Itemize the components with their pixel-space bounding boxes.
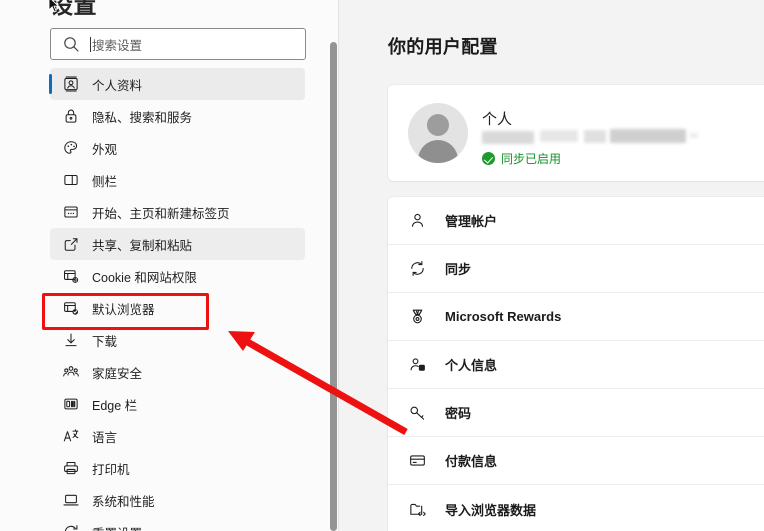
sidebar-panel-icon <box>50 171 92 189</box>
redacted-email-block <box>690 133 698 138</box>
sidebar-nav-list: 个人资料隐私、搜索和服务 外观侧栏开始、主页和新建标签页 共享、复制和粘贴 Cooki… <box>0 68 339 531</box>
avatar-head <box>427 114 449 136</box>
download-icon <box>50 331 92 349</box>
search-placeholder: 搜索设置 <box>92 38 143 53</box>
edge-bar-icon <box>50 395 92 413</box>
sync-status-label: 同步已启用 <box>501 152 562 166</box>
redacted-email-block <box>584 130 606 143</box>
reset-icon <box>50 523 92 531</box>
avatar <box>408 103 468 163</box>
import-folder-icon <box>388 500 445 519</box>
palette-icon <box>50 139 92 157</box>
printer-icon <box>50 459 92 477</box>
sidebar-item-label: 隐私、搜索和服务 <box>92 110 193 125</box>
content-heading: 你的用户配置 <box>388 37 498 57</box>
search-input[interactable]: 搜索设置 <box>50 28 306 60</box>
key-icon <box>388 403 445 422</box>
sidebar-item-9[interactable]: 家庭安全 <box>50 356 305 388</box>
sidebar-item-label: 侧栏 <box>92 174 118 189</box>
settings-list-row-5[interactable]: 付款信息 <box>388 437 764 485</box>
settings-sidebar: 设置 搜索设置 个人资料 隐私、搜索和服务 外观 侧栏 开始、主页和新建标签页 共享、复制… <box>0 0 339 531</box>
settings-list-label: 付款信息 <box>445 454 498 469</box>
sidebar-item-label: 外观 <box>92 142 118 157</box>
rewards-medal-icon <box>388 307 445 326</box>
sidebar-item-12[interactable]: 打印机 <box>50 452 305 484</box>
settings-list-row-2[interactable]: Microsoft Rewards <box>388 293 764 341</box>
lock-icon <box>50 107 92 125</box>
family-icon <box>50 363 92 381</box>
sidebar-item-label: 打印机 <box>92 462 130 477</box>
mouse-pointer-icon <box>48 0 60 13</box>
text-caret <box>90 36 91 52</box>
settings-list-row-6[interactable]: 导入浏览器数据 <box>388 485 764 531</box>
sidebar-item-label: 家庭安全 <box>92 366 143 381</box>
redacted-email-block <box>540 130 578 142</box>
sidebar-item-11[interactable]: 语言 <box>50 420 305 452</box>
default-browser-icon <box>50 299 92 317</box>
credit-card-icon <box>388 451 445 470</box>
profile-name: 个人 <box>482 111 513 128</box>
selection-indicator <box>49 74 52 94</box>
sidebar-item-label: 共享、复制和粘贴 <box>92 238 193 253</box>
sidebar-scrollbar-thumb[interactable] <box>330 42 337 531</box>
sidebar-item-label: 开始、主页和新建标签页 <box>92 206 230 221</box>
settings-list-card: 管理帐户同步 Microsoft Rewards 个人信息密码付款信息导入浏览器数据 <box>388 197 764 531</box>
settings-list-row-3[interactable]: 个人信息 <box>388 341 764 389</box>
sidebar-item-label: 下载 <box>92 334 118 349</box>
sidebar-item-label: Cookie 和网站权限 <box>92 270 197 285</box>
search-icon <box>64 36 79 52</box>
sidebar-item-2[interactable]: 外观 <box>50 132 305 164</box>
laptop-icon <box>50 491 92 509</box>
redacted-email-block <box>610 129 686 143</box>
sidebar-item-label: 默认浏览器 <box>92 302 155 317</box>
sidebar-item-4[interactable]: 开始、主页和新建标签页 <box>50 196 305 228</box>
profile-icon <box>50 75 92 93</box>
settings-list-label: 管理帐户 <box>445 214 498 229</box>
sidebar-item-1[interactable]: 隐私、搜索和服务 <box>50 100 305 132</box>
settings-window: 设置 搜索设置 个人资料 隐私、搜索和服务 外观 侧栏 开始、主页和新建标签页 共享、复制… <box>0 0 764 531</box>
sync-status-badge: 同步已启用 <box>482 150 561 167</box>
settings-list-label: 同步 <box>445 262 472 277</box>
sidebar-item-label: 个人资料 <box>92 78 143 93</box>
sidebar-item-3[interactable]: 侧栏 <box>50 164 305 196</box>
sidebar-item-10[interactable]: Edge 栏 <box>50 388 305 420</box>
new-tab-page-icon <box>50 203 92 221</box>
sidebar-item-label: 重置设置 <box>92 523 142 531</box>
sidebar-scrollbar-track[interactable] <box>330 0 338 531</box>
sidebar-item-7[interactable]: 默认浏览器 <box>50 292 305 324</box>
sidebar-item-label: Edge 栏 <box>92 398 138 413</box>
language-icon <box>50 427 92 445</box>
settings-list-label: 密码 <box>445 406 472 421</box>
sidebar-item-5[interactable]: 共享、复制和粘贴 <box>50 228 305 260</box>
settings-content: 你的用户配置 个人 同步已启用 管理帐户同步 Microsoft Rewards 个… <box>339 0 764 531</box>
sidebar-item-6[interactable]: Cookie 和网站权限 <box>50 260 305 292</box>
settings-list-label: Microsoft Rewards <box>445 309 562 324</box>
sidebar-item-label: 语言 <box>92 430 118 445</box>
cookie-settings-icon <box>50 267 92 285</box>
settings-list-row-4[interactable]: 密码 <box>388 389 764 437</box>
settings-list-label: 导入浏览器数据 <box>445 502 537 518</box>
sidebar-item-0[interactable]: 个人资料 <box>49 68 305 100</box>
check-circle-icon <box>482 152 495 165</box>
settings-list-row-0[interactable]: 管理帐户 <box>388 197 764 245</box>
sidebar-item-14[interactable]: 重置设置 <box>50 516 305 531</box>
avatar-body <box>418 140 458 163</box>
redacted-email-block <box>482 131 534 144</box>
settings-list-row-1[interactable]: 同步 <box>388 245 764 293</box>
sidebar-item-label: 系统和性能 <box>92 494 155 509</box>
sidebar-item-8[interactable]: 下载 <box>50 324 305 356</box>
person-icon <box>388 211 445 230</box>
profile-card[interactable]: 个人 同步已启用 <box>388 85 764 181</box>
person-card-icon <box>388 355 445 374</box>
settings-list-label: 个人信息 <box>445 358 498 373</box>
share-icon <box>50 235 92 253</box>
sidebar-item-13[interactable]: 系统和性能 <box>50 484 305 516</box>
sync-icon <box>388 259 445 278</box>
